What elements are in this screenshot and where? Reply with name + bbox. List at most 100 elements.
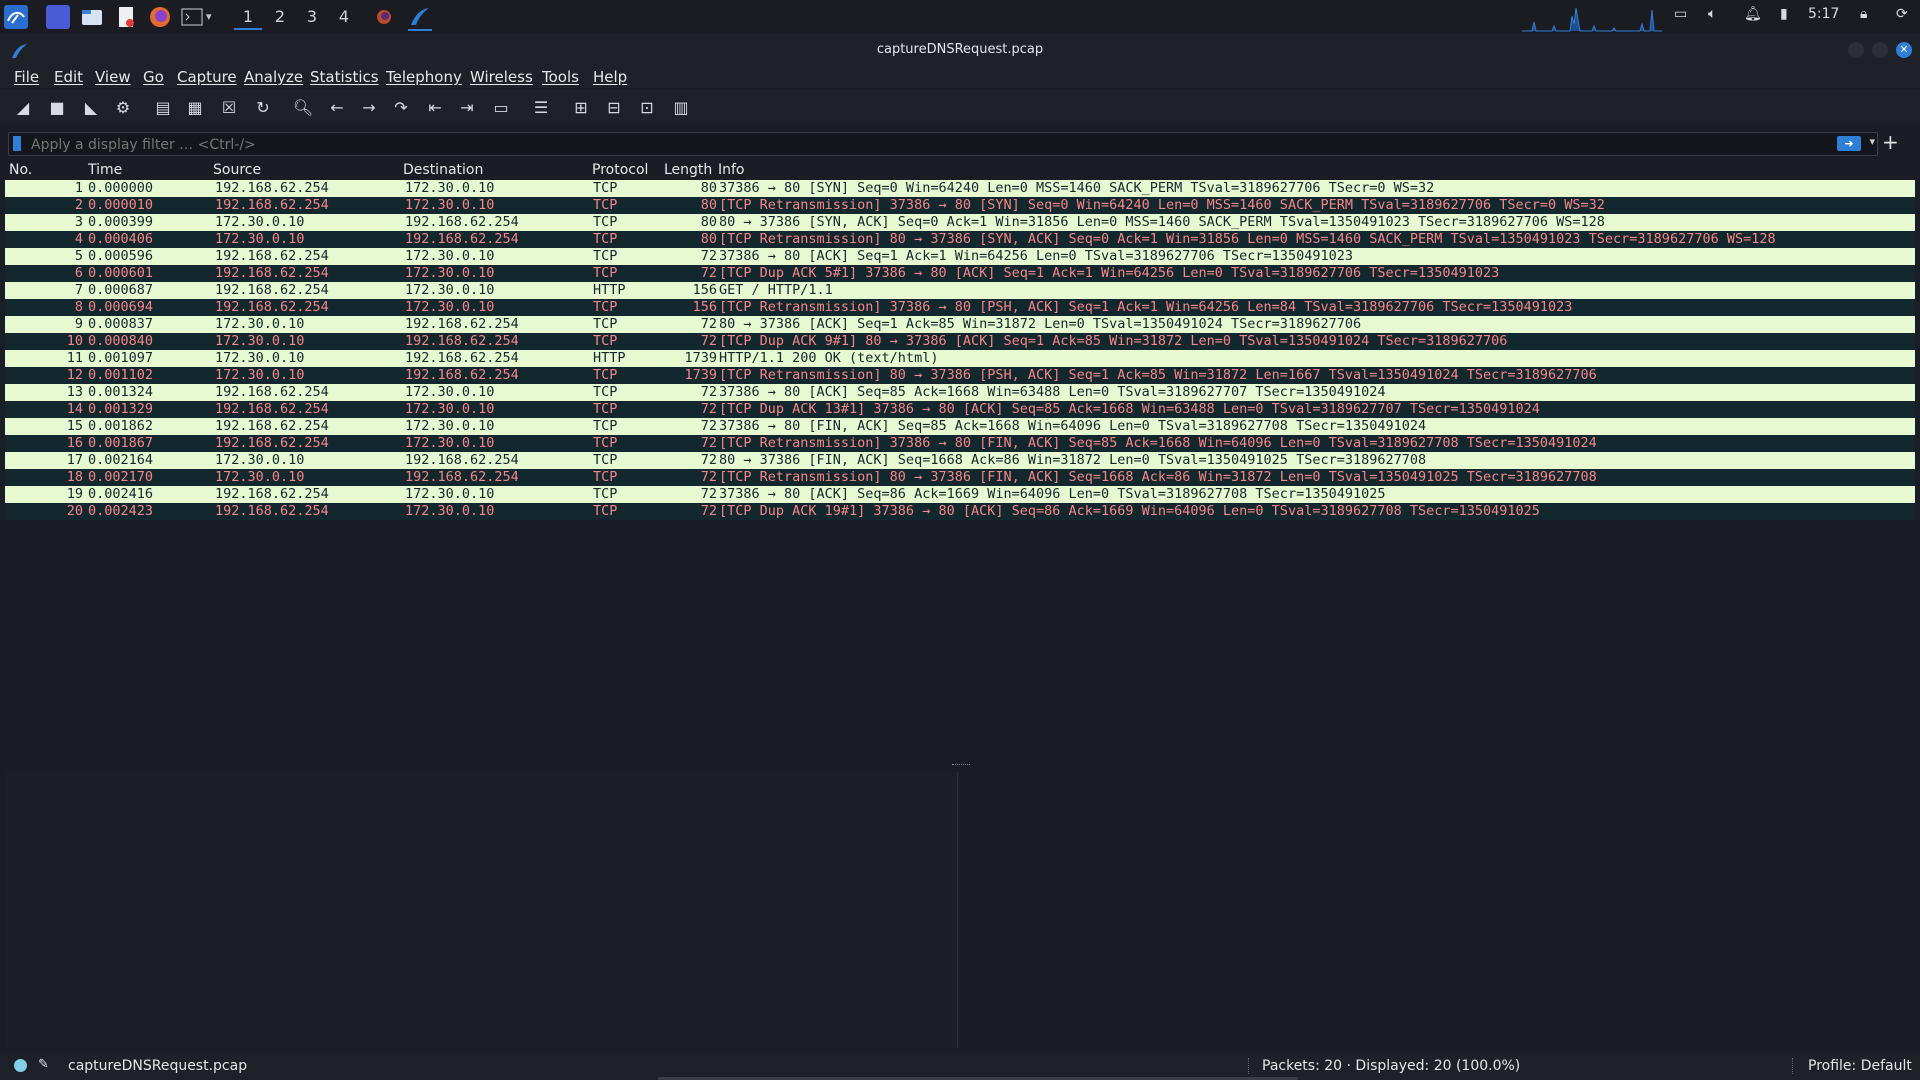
table-row[interactable]: 20 0.002423 192.168.62.254 172.30.0.10 TCP 72…	[5, 503, 1915, 520]
close-file-icon[interactable]: ☒	[218, 97, 240, 119]
save-file-icon[interactable]: ▦	[184, 97, 206, 119]
packet-time: 0.001867	[88, 435, 154, 451]
table-row[interactable]: 13 0.001324 192.168.62.254 172.30.0.10 TCP 72…	[5, 384, 1915, 401]
table-row[interactable]: 17 0.002164 172.30.0.10 192.168.62.254 TCP 72…	[5, 452, 1915, 469]
lock-icon[interactable]: 🔒︎	[1860, 6, 1867, 22]
column-destination[interactable]: Destination	[403, 162, 483, 178]
terminal-icon[interactable]	[180, 5, 204, 29]
table-row[interactable]: 4 0.000406 172.30.0.10 192.168.62.254 TCP 80[…	[5, 231, 1915, 248]
bookmark-icon[interactable]	[13, 136, 21, 151]
packet-details-pane[interactable]	[5, 772, 958, 1048]
table-row[interactable]: 10 0.000840 172.30.0.10 192.168.62.254 TCP 72…	[5, 333, 1915, 350]
column-protocol[interactable]: Protocol	[592, 162, 648, 178]
autoscroll-icon[interactable]: ▭	[490, 97, 512, 119]
text-editor-icon[interactable]	[114, 5, 138, 29]
workspace-3[interactable]: 3	[298, 6, 326, 28]
table-row[interactable]: 7 0.000687 192.168.62.254 172.30.0.10 HTTP 15…	[5, 282, 1915, 299]
table-row[interactable]: 15 0.001862 192.168.62.254 172.30.0.10 TCP 72…	[5, 418, 1915, 435]
capture-comment-icon[interactable]: ✎	[38, 1057, 49, 1072]
chevron-down-icon[interactable]: ▾	[206, 5, 220, 29]
go-last-packet-icon[interactable]: ⇥	[456, 97, 478, 119]
table-row[interactable]: 3 0.000399 172.30.0.10 192.168.62.254 TCP 80 8…	[5, 214, 1915, 231]
firefox-task-icon[interactable]	[372, 5, 396, 29]
column-info[interactable]: Info	[718, 162, 745, 178]
workspace-1[interactable]: 1	[234, 6, 262, 30]
clock[interactable]: 5:17	[1808, 6, 1839, 22]
column-length[interactable]: Length	[664, 162, 712, 178]
packet-protocol: TCP	[593, 384, 618, 400]
table-row[interactable]: 12 0.001102 172.30.0.10 192.168.62.254 TCP 17…	[5, 367, 1915, 384]
splitter-handle[interactable]	[952, 764, 970, 767]
packet-destination: 172.30.0.10	[405, 503, 495, 519]
menu-view[interactable]: View	[95, 68, 131, 86]
packet-time: 0.001329	[88, 401, 154, 417]
menu-capture[interactable]: Capture	[177, 68, 237, 86]
zoom-in-icon[interactable]: ⊞	[570, 97, 592, 119]
table-row[interactable]: 19 0.002416 192.168.62.254 172.30.0.10 TCP 72…	[5, 486, 1915, 503]
power-refresh-icon[interactable]: ⟳	[1896, 6, 1908, 22]
wireshark-task-icon[interactable]	[408, 5, 432, 31]
menu-telephony[interactable]: Telephony	[386, 68, 462, 86]
file-manager-icon[interactable]	[80, 5, 104, 29]
notification-bell-icon[interactable]: 🔔︎	[1744, 6, 1762, 22]
table-row[interactable]: 1 0.000000 192.168.62.254 172.30.0.10 TCP 80 3…	[5, 180, 1915, 197]
packet-length: 72	[700, 469, 717, 485]
menu-wireless[interactable]: Wireless	[470, 68, 533, 86]
display-icon[interactable]: ▭	[1674, 6, 1687, 22]
table-row[interactable]: 8 0.000694 192.168.62.254 172.30.0.10 TCP 156…	[5, 299, 1915, 316]
go-first-packet-icon[interactable]: ⇤	[424, 97, 446, 119]
open-file-icon[interactable]: ▤	[152, 97, 174, 119]
menu-statistics[interactable]: Statistics	[310, 68, 379, 86]
go-back-icon[interactable]: ←	[326, 97, 348, 119]
menu-analyze[interactable]: Analyze	[244, 68, 303, 86]
menu-tools[interactable]: Tools	[542, 68, 579, 86]
packet-bytes-pane[interactable]	[960, 772, 1915, 1048]
restart-capture-icon[interactable]: ◣	[80, 97, 102, 119]
pane-splitter[interactable]	[0, 762, 1920, 770]
colorize-icon[interactable]: ☰	[530, 97, 552, 119]
volume-icon[interactable]: 🔈︎	[1708, 6, 1716, 22]
table-row[interactable]: 16 0.001867 192.168.62.254 172.30.0.10 TCP 72…	[5, 435, 1915, 452]
apply-filter-icon[interactable]: ➜	[1837, 136, 1861, 151]
table-row[interactable]: 5 0.000596 192.168.62.254 172.30.0.10 TCP 72 3…	[5, 248, 1915, 265]
stop-capture-icon[interactable]: ■	[46, 97, 68, 119]
packet-destination: 172.30.0.10	[405, 248, 495, 264]
capture-options-icon[interactable]: ⚙	[112, 97, 134, 119]
workspace-2[interactable]: 2	[266, 6, 294, 28]
table-row[interactable]: 14 0.001329 192.168.62.254 172.30.0.10 TCP 72…	[5, 401, 1915, 418]
table-row[interactable]: 2 0.000010 192.168.62.254 172.30.0.10 TCP 80[…	[5, 197, 1915, 214]
expert-info-icon[interactable]	[14, 1059, 27, 1072]
go-to-packet-icon[interactable]: ↷	[390, 97, 412, 119]
menu-go[interactable]: Go	[143, 68, 164, 86]
firefox-icon[interactable]	[148, 5, 172, 29]
table-row[interactable]: 18 0.002170 172.30.0.10 192.168.62.254 TCP 72…	[5, 469, 1915, 486]
maximize-button[interactable]	[1872, 42, 1888, 58]
column-time[interactable]: Time	[88, 162, 122, 178]
chevron-down-icon[interactable]: ▾	[1869, 135, 1875, 148]
column-source[interactable]: Source	[213, 162, 261, 178]
battery-icon[interactable]: ▮	[1780, 6, 1788, 22]
menu-edit[interactable]: Edit	[54, 68, 83, 86]
desktop-icon[interactable]	[46, 5, 70, 29]
add-filter-button[interactable]: +	[1882, 130, 1899, 154]
reload-file-icon[interactable]: ↻	[252, 97, 274, 119]
minimize-button[interactable]	[1848, 42, 1864, 58]
status-profile[interactable]: Profile: Default	[1808, 1058, 1912, 1074]
resize-columns-icon[interactable]: ▥	[670, 97, 692, 119]
close-button[interactable]: ✕	[1896, 42, 1912, 58]
table-row[interactable]: 11 0.001097 172.30.0.10 192.168.62.254 HTTP 1…	[5, 350, 1915, 367]
menu-help[interactable]: Help	[593, 68, 627, 86]
workspace-4[interactable]: 4	[330, 6, 358, 28]
zoom-out-icon[interactable]: ⊟	[603, 97, 625, 119]
find-packet-icon[interactable]: 🔍︎	[292, 97, 314, 119]
column-no[interactable]: No.	[9, 162, 32, 178]
display-filter-input[interactable]	[29, 135, 1833, 155]
table-row[interactable]: 9 0.000837 172.30.0.10 192.168.62.254 TCP 72 8…	[5, 316, 1915, 333]
go-forward-icon[interactable]: →	[358, 97, 380, 119]
kali-menu-icon[interactable]	[4, 5, 28, 29]
menu-file[interactable]: File	[14, 68, 39, 86]
packet-list[interactable]: No. Time Source Destination Protocol Len…	[5, 162, 1915, 762]
table-row[interactable]: 6 0.000601 192.168.62.254 172.30.0.10 TCP 72[…	[5, 265, 1915, 282]
start-capture-icon[interactable]: ◢	[12, 97, 34, 119]
normal-size-icon[interactable]: ⊡	[636, 97, 658, 119]
